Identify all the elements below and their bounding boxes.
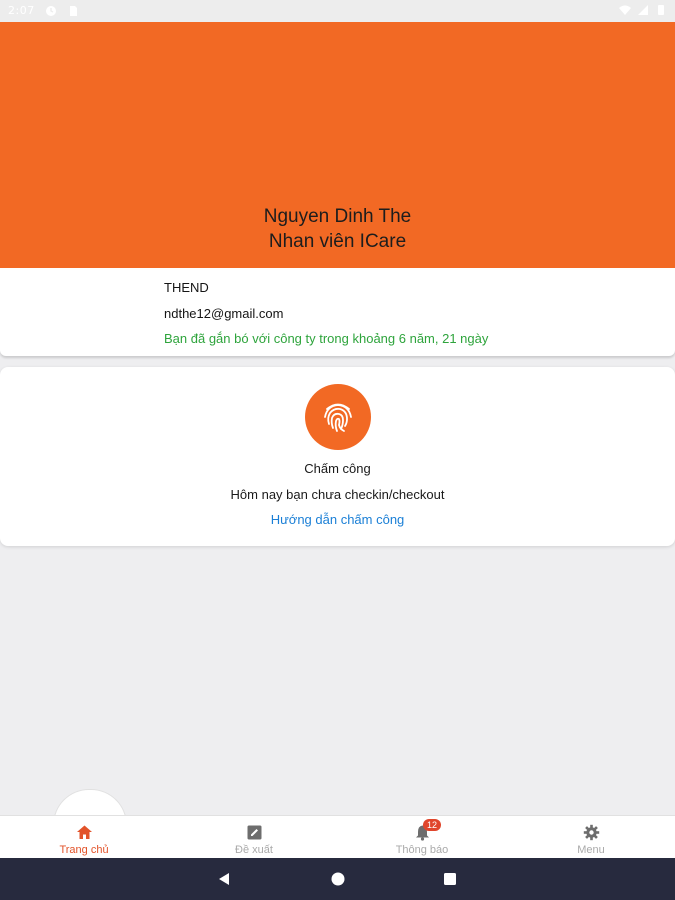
system-nav-bar (0, 858, 675, 900)
email-text: ndthe12@gmail.com (164, 306, 284, 321)
status-right (619, 4, 667, 16)
attendance-guide-link[interactable]: Hướng dẫn chấm công (0, 512, 675, 528)
nav-item-notifications[interactable]: 12 Thông báo (338, 816, 506, 859)
nav-label-notifications: Thông báo (395, 844, 449, 856)
profile-info-card: THEND ndthe12@gmail.com Bạn đã gắn bó vớ… (0, 268, 675, 356)
signal-icon (638, 5, 648, 15)
profile-name: Nguyen Dinh The (263, 206, 412, 227)
home-circle-icon[interactable] (330, 871, 346, 887)
checkin-button[interactable] (305, 384, 371, 450)
edit-note-icon (247, 825, 262, 840)
bottom-nav: Trang chủ Đề xuất 12 Thông báo Menu (0, 815, 675, 859)
wifi-icon (619, 5, 631, 15)
status-time: 2:07 (8, 4, 35, 17)
nav-item-home[interactable]: Trang chủ (0, 816, 168, 859)
status-left: 2:07 (8, 4, 79, 17)
recents-icon[interactable] (442, 871, 458, 887)
attendance-title: Chấm công (304, 461, 371, 476)
username-text: THEND (164, 280, 209, 295)
sync-icon (45, 5, 56, 16)
profile-role: Nhan viên ICare (268, 231, 407, 252)
status-bar: 2:07 (0, 0, 675, 22)
home-icon (77, 825, 92, 839)
notification-badge: 12 (423, 819, 441, 831)
tenure-text: Bạn đã gắn bó với công ty trong khoảng 6… (164, 331, 489, 346)
battery-icon (658, 5, 664, 15)
attendance-card: Chấm công Hôm nay bạn chưa checkin/check… (0, 367, 675, 546)
back-icon[interactable] (216, 871, 232, 887)
nav-label-proposal: Đề xuất (235, 844, 273, 856)
nav-label-home: Trang chủ (59, 844, 109, 856)
profile-header: Nguyen Dinh The Nhan viên ICare (0, 22, 675, 268)
fingerprint-icon (324, 403, 352, 432)
sd-card-icon (69, 5, 77, 16)
gear-icon (583, 824, 600, 841)
nav-item-proposal[interactable]: Đề xuất (170, 816, 338, 859)
attendance-status: Hôm nay bạn chưa checkin/checkout (230, 487, 445, 502)
nav-label-menu: Menu (577, 844, 605, 856)
nav-item-menu[interactable]: Menu (507, 816, 675, 859)
